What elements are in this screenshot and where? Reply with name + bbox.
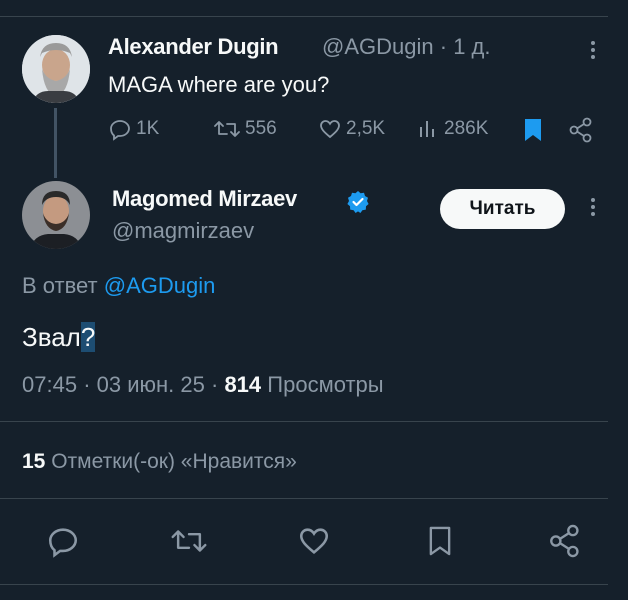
follow-button[interactable]: Читать [440,189,565,229]
reply-action[interactable]: 1K [108,117,159,141]
share-icon [569,117,592,143]
bottom-share-icon[interactable] [548,524,582,558]
meta-dot: · [83,372,91,397]
retweet-icon [214,121,240,137]
likes-summary[interactable]: 15 Отметки(-ок) «Нравится» [22,450,297,474]
share-action[interactable] [568,117,594,143]
likes-count: 15 [22,450,46,473]
parent-more-icon[interactable] [591,38,597,62]
top-divider [0,16,608,17]
retweet-count: 556 [245,118,277,139]
parent-tweet-text: MAGA where are you? [108,72,330,97]
meta-divider [0,421,608,422]
parent-time[interactable]: 1 д. [453,34,490,59]
bookmark-filled-icon [525,119,541,141]
reply-prefix: В ответ [22,273,98,298]
views-icon [420,121,434,137]
parent-author-name[interactable]: Alexander Dugin [108,34,279,60]
views-count: 286K [444,118,489,139]
avatar-dugin[interactable] [22,35,90,103]
bottom-retweet-icon[interactable] [170,524,208,558]
reply-count: 1K [136,118,160,139]
reply-author-name[interactable]: Magomed Mirzaev [112,186,297,212]
like-count: 2,5K [346,118,386,139]
thread-line [54,108,57,178]
tweet-meta: 07:45 · 03 июн. 25 · 814 Просмотры [22,372,384,398]
bottom-reply-icon[interactable] [46,524,80,558]
bottom-like-icon[interactable] [297,524,331,558]
meta-dot: · [210,372,219,397]
reply-text-selected: ? [80,322,96,352]
bottom-bookmark-icon[interactable] [425,524,455,558]
likes-divider [0,498,608,499]
like-icon [320,120,340,139]
avatar-mirzaev-image [22,181,90,249]
views-action[interactable]: 286K [418,117,488,141]
parent-handle-time: @AGDugin · 1 д. [322,34,490,60]
reply-more-icon[interactable] [591,195,597,219]
parent-handle[interactable]: @AGDugin [322,34,434,59]
separator-dot: · [439,34,448,59]
tweet-date[interactable]: 03 июн. 25 [97,372,205,397]
reply-icon [110,120,130,141]
reply-text-main: Звал [22,322,81,352]
reply-to-link[interactable]: @AGDugin [104,273,216,298]
retweet-action[interactable]: 556 [213,117,277,141]
views-count-main: 814 [224,372,262,397]
reply-author-name-text: Magomed Mirzaev [112,186,297,211]
avatar-mirzaev[interactable] [22,181,90,249]
verified-badge-icon [347,191,369,213]
reply-tweet-text: Звал? [22,322,96,353]
reply-handle[interactable]: @magmirzaev [112,218,254,244]
bottom-divider [0,584,608,585]
avatar-dugin-image [22,35,90,103]
tweet-time[interactable]: 07:45 [22,372,77,397]
bookmark-action[interactable] [522,117,544,143]
replying-to: В ответ @AGDugin [22,273,215,299]
like-action[interactable]: 2,5K [318,117,385,141]
views-label: Просмотры [267,372,384,397]
likes-label: Отметки(-ок) «Нравится» [51,450,297,473]
